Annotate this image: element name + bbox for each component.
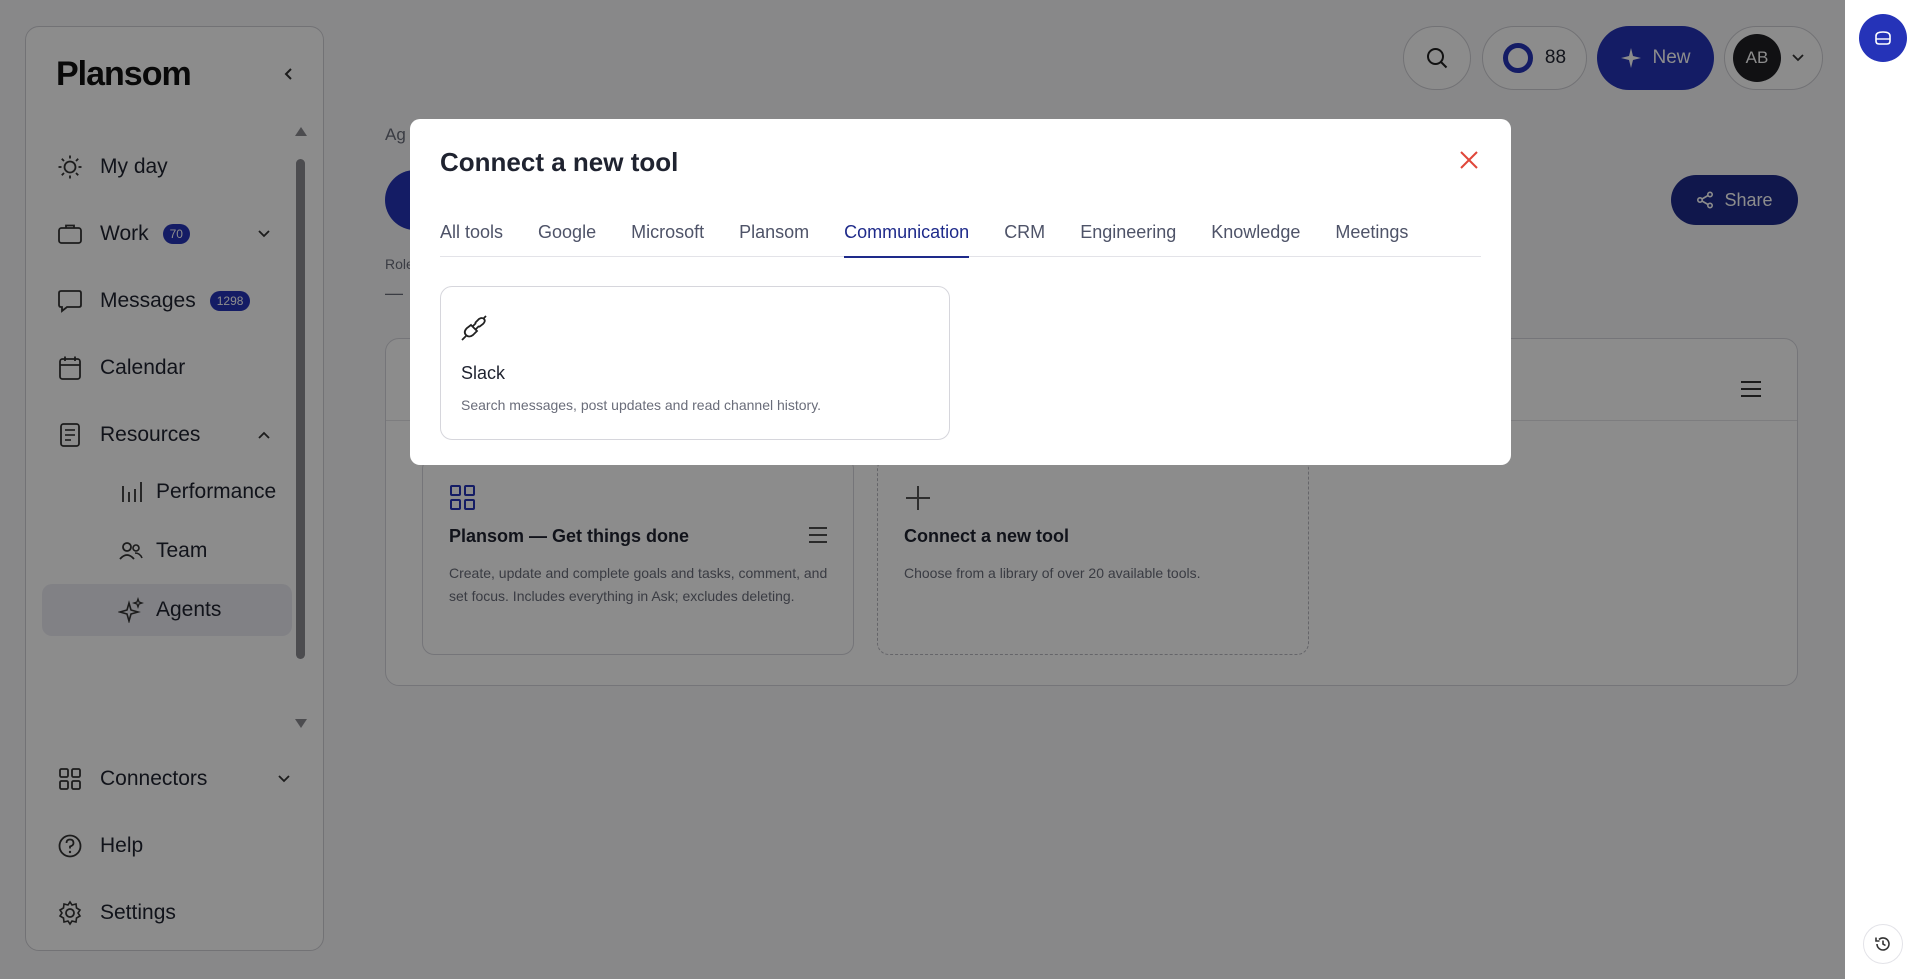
- tab-crm[interactable]: CRM: [1004, 207, 1045, 257]
- assistant-button[interactable]: [1859, 14, 1907, 62]
- modal-title: Connect a new tool: [440, 147, 679, 177]
- tool-category-tabs: All tools Google Microsoft Plansom Commu…: [440, 207, 1481, 258]
- tool-card-slack[interactable]: Slack Search messages, post updates and …: [440, 286, 950, 440]
- close-icon: [1460, 151, 1478, 169]
- tab-all-tools[interactable]: All tools: [440, 207, 503, 257]
- tab-communication[interactable]: Communication: [844, 207, 970, 258]
- tool-description: Search messages, post updates and read c…: [461, 397, 822, 413]
- tab-knowledge[interactable]: Knowledge: [1211, 207, 1300, 257]
- tool-name: Slack: [461, 363, 506, 383]
- tab-plansom[interactable]: Plansom: [739, 207, 809, 257]
- plug-icon: [461, 315, 487, 341]
- tab-google[interactable]: Google: [538, 207, 596, 257]
- robot-icon: [1875, 31, 1891, 45]
- close-modal-button[interactable]: [1456, 147, 1482, 173]
- right-rail: [1845, 0, 1917, 979]
- history-button[interactable]: [1863, 924, 1903, 964]
- connect-tool-modal: Connect a new tool All tools Google Micr…: [410, 119, 1511, 465]
- tab-engineering[interactable]: Engineering: [1080, 207, 1176, 257]
- tab-meetings[interactable]: Meetings: [1335, 207, 1408, 257]
- tab-microsoft[interactable]: Microsoft: [631, 207, 704, 257]
- history-icon: [1875, 937, 1890, 951]
